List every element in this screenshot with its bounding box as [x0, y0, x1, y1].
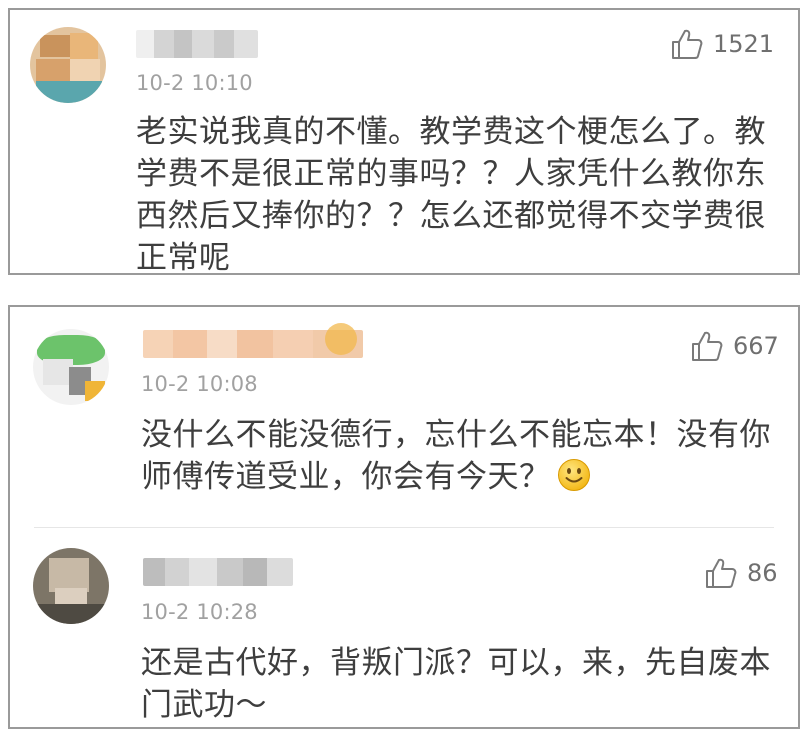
smiling-face-icon: [557, 458, 591, 492]
comment-2: 10-2 10:08 667 没什么不能没德行，忘什么不能忘本！没有你师傅传道受…: [10, 307, 798, 527]
comment-card: 10-2 10:08 667 没什么不能没德行，忘什么不能忘本！没有你师傅传道受…: [8, 305, 800, 729]
like-count: 667: [733, 332, 779, 360]
username[interactable]: [136, 30, 258, 58]
comment-time: 10-2 10:08: [141, 372, 258, 396]
thumbs-up-icon: [690, 329, 724, 363]
comment-time: 10-2 10:10: [136, 71, 253, 95]
comment-card: 10-2 10:10 1521 老实说我真的不懂。教学费这个梗怎么了。教学费不是…: [8, 8, 800, 276]
avatar[interactable]: [33, 329, 109, 405]
comment-text: 老实说我真的不懂。教学费这个梗怎么了。教学费不是很正常的事吗？？人家凭什么教你东…: [136, 114, 766, 276]
like-count: 86: [747, 559, 778, 587]
thumbs-up-icon: [704, 556, 738, 590]
comment-3: 10-2 10:28 86 还是古代好，背叛门派？可以，来，先自废本门武功～: [10, 528, 798, 728]
like-button[interactable]: 667: [690, 329, 779, 363]
comment-1: 10-2 10:10 1521 老实说我真的不懂。教学费这个梗怎么了。教学费不是…: [10, 10, 798, 276]
comment-time: 10-2 10:28: [141, 600, 258, 624]
thumbs-up-icon: [670, 27, 704, 61]
comment-text: 还是古代好，背叛门派？可以，来，先自废本门武功～: [141, 645, 771, 723]
like-button[interactable]: 86: [704, 556, 778, 590]
avatar[interactable]: [30, 27, 106, 103]
username[interactable]: [143, 558, 293, 586]
like-count: 1521: [713, 30, 775, 58]
vip-badge: [325, 323, 357, 355]
avatar[interactable]: [33, 548, 109, 624]
like-button[interactable]: 1521: [670, 27, 774, 61]
comment-text: 没什么不能没德行，忘什么不能忘本！没有你师傅传道受业，你会有今天？: [141, 417, 771, 495]
